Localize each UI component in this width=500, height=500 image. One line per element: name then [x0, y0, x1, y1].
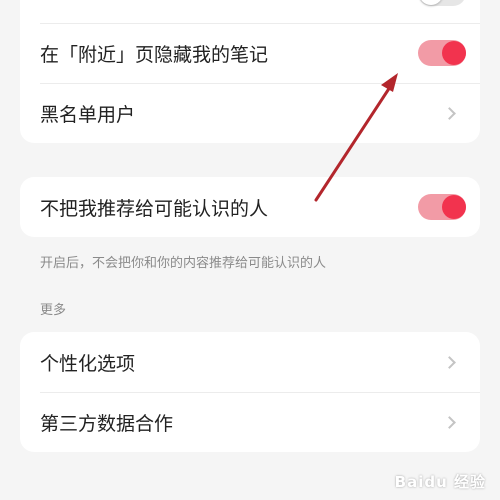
do-not-recommend-toggle[interactable] [418, 194, 466, 220]
third-party-data-row[interactable]: 第三方数据合作 [20, 392, 480, 452]
blacklist-label: 黑名单用户 [40, 103, 136, 126]
hide-in-nearby-label: 在「附近」页隐藏我的笔记 [40, 43, 269, 66]
personalization-row[interactable]: 个性化选项 [20, 332, 480, 392]
more-section-title: 更多 [40, 303, 67, 318]
third-party-data-label: 第三方数据合作 [40, 412, 174, 435]
privacy-card: 在「附近」页隐藏我的笔记 黑名单用户 [20, 0, 480, 143]
toggle-knob [442, 41, 466, 65]
chevron-right-icon [443, 415, 456, 429]
top-setting-row[interactable] [20, 0, 480, 23]
personalization-label: 个性化选项 [40, 352, 136, 375]
recommend-hint-text: 开启后，不会把你和你的内容推荐给可能认识的人 [40, 256, 327, 271]
chevron-right-icon [443, 355, 456, 369]
hide-in-nearby-toggle[interactable] [418, 40, 466, 66]
do-not-recommend-label: 不把我推荐给可能认识的人 [40, 197, 269, 220]
hide-in-nearby-row[interactable]: 在「附近」页隐藏我的笔记 [20, 23, 480, 83]
recommend-card: 不把我推荐给可能认识的人 [20, 177, 480, 237]
blacklist-row[interactable]: 黑名单用户 [20, 83, 480, 143]
do-not-recommend-row[interactable]: 不把我推荐给可能认识的人 [20, 177, 480, 237]
toggle-knob [442, 195, 466, 219]
toggle-knob [419, 0, 443, 5]
watermark-logo: Baidu 经验 [394, 473, 486, 491]
chevron-right-icon [443, 106, 456, 120]
top-setting-toggle[interactable] [418, 0, 466, 6]
more-card: 个性化选项 第三方数据合作 [20, 332, 480, 452]
